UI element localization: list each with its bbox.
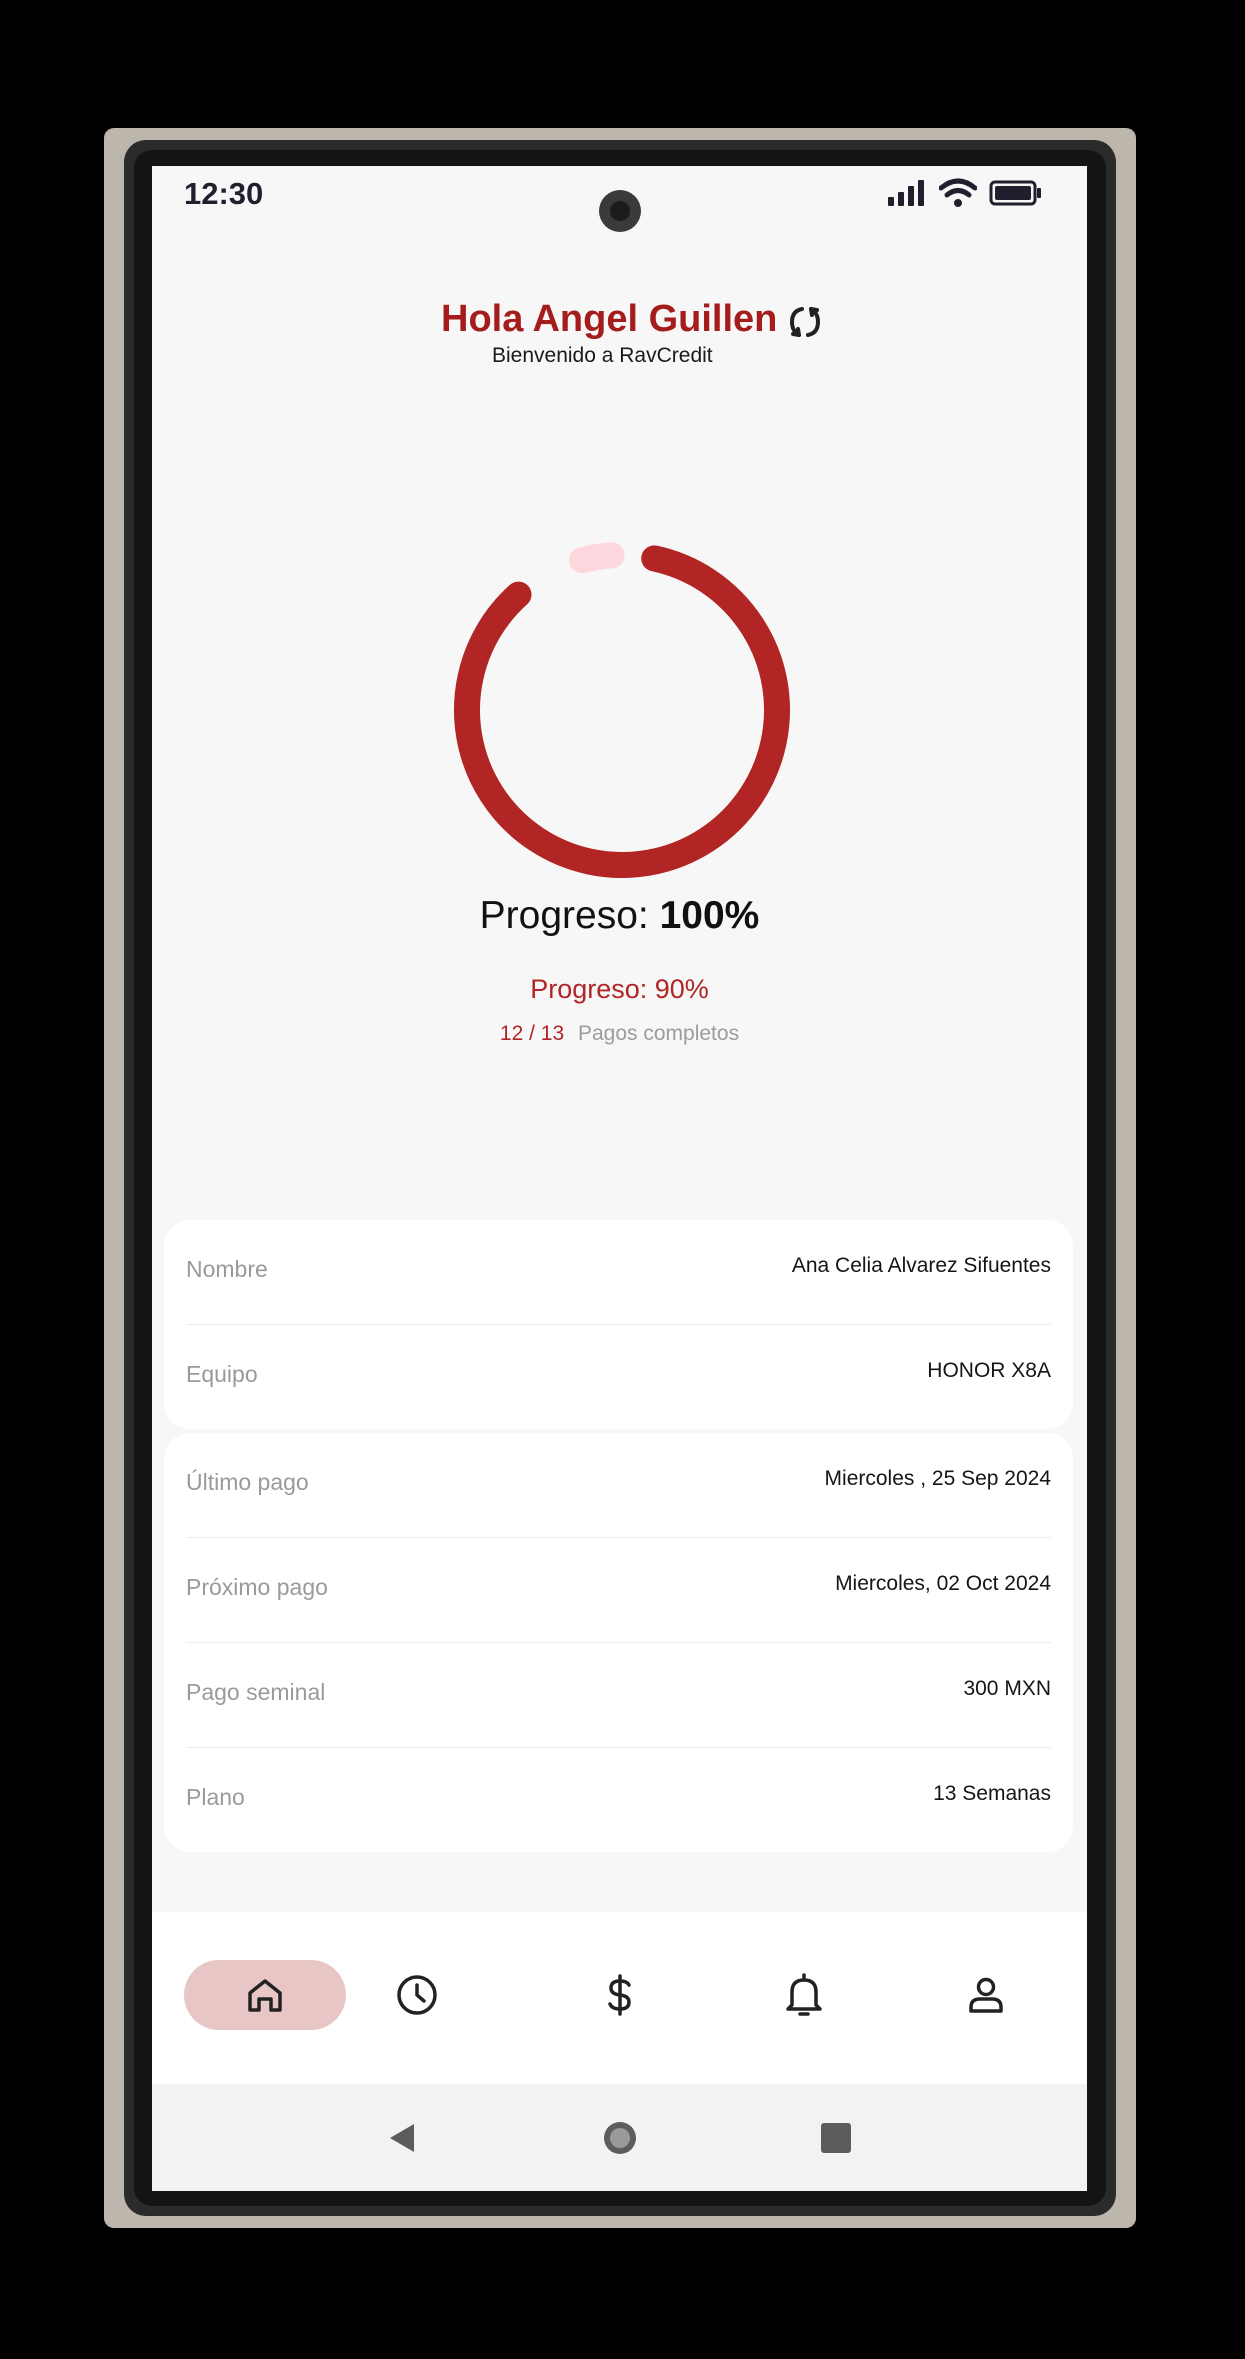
row-value: Ana Celia Alvarez Sifuentes bbox=[791, 1254, 1051, 1277]
row-value: Miercoles , 25 Sep 2024 bbox=[824, 1467, 1051, 1490]
status-bar: 12:30 bbox=[152, 166, 1087, 232]
info-row-pago-seminal: Pago seminal 300 MXN bbox=[186, 1643, 1051, 1748]
bell-icon bbox=[786, 1973, 822, 2016]
dollar-icon bbox=[608, 1974, 631, 2016]
refresh-icon[interactable] bbox=[784, 301, 826, 343]
progress-main: Progreso: 100% bbox=[152, 894, 1087, 938]
user-icon bbox=[969, 1977, 1003, 2013]
welcome-subtitle: Bienvenido a RavCredit bbox=[492, 344, 713, 367]
info-row-equipo: Equipo HONOR X8A bbox=[186, 1325, 1051, 1429]
row-value: 13 Semanas bbox=[933, 1782, 1051, 1805]
row-label: Próximo pago bbox=[186, 1574, 328, 1600]
progress-ring-remaining bbox=[454, 542, 790, 878]
system-nav-bar bbox=[152, 2084, 1087, 2191]
progress-sub-value: 90% bbox=[654, 974, 709, 1004]
status-icons bbox=[887, 178, 1043, 208]
payments-count: 12 / 13 bbox=[499, 1022, 565, 1045]
home-button-icon[interactable] bbox=[602, 2120, 638, 2156]
row-label: Último pago bbox=[186, 1469, 309, 1495]
info-row-ultimo-pago: Último pago Miercoles , 25 Sep 2024 bbox=[186, 1433, 1051, 1538]
row-value: Miercoles, 02 Oct 2024 bbox=[835, 1572, 1051, 1595]
progress-ring-fill bbox=[454, 542, 790, 878]
back-icon[interactable] bbox=[384, 2120, 420, 2156]
payments-label: Pagos completos bbox=[577, 1022, 740, 1045]
progress-sub-label: Progreso: bbox=[530, 974, 648, 1004]
progress-value: 100% bbox=[659, 894, 760, 937]
row-label: Plano bbox=[186, 1784, 245, 1810]
nav-profile[interactable] bbox=[936, 1960, 1036, 2030]
progress-label: Progreso: bbox=[479, 894, 649, 937]
row-value: 300 MXN bbox=[963, 1677, 1051, 1700]
status-time: 12:30 bbox=[184, 176, 264, 211]
bottom-nav bbox=[152, 1912, 1087, 2084]
info-row-proximo-pago: Próximo pago Miercoles, 02 Oct 2024 bbox=[186, 1538, 1051, 1643]
front-camera bbox=[599, 190, 641, 232]
row-label: Equipo bbox=[186, 1361, 258, 1387]
row-value: HONOR X8A bbox=[927, 1359, 1051, 1382]
progress-sub: Progreso: 90% bbox=[152, 974, 1087, 1005]
progress-ring bbox=[454, 542, 790, 878]
client-card: Nombre Ana Celia Alvarez Sifuentes Equip… bbox=[164, 1220, 1073, 1429]
recents-icon[interactable] bbox=[820, 2122, 852, 2154]
nav-notifications[interactable] bbox=[754, 1960, 854, 2030]
battery-icon bbox=[989, 180, 1041, 206]
wifi-icon bbox=[939, 178, 977, 207]
row-label: Pago seminal bbox=[186, 1679, 326, 1705]
clock-icon bbox=[397, 1975, 437, 2015]
info-row-plano: Plano 13 Semanas bbox=[186, 1748, 1051, 1852]
payments-summary: 12 / 13 Pagos completos bbox=[152, 1022, 1087, 1046]
nav-history[interactable] bbox=[367, 1960, 467, 2030]
info-row-nombre: Nombre Ana Celia Alvarez Sifuentes bbox=[186, 1220, 1051, 1325]
greeting-title: Hola Angel Guillen bbox=[441, 298, 778, 340]
payment-card: Último pago Miercoles , 25 Sep 2024 Próx… bbox=[164, 1433, 1073, 1852]
row-label: Nombre bbox=[186, 1256, 268, 1282]
signal-icon bbox=[888, 180, 924, 206]
home-icon bbox=[248, 1979, 282, 2012]
nav-payments[interactable] bbox=[570, 1960, 670, 2030]
nav-home[interactable] bbox=[184, 1960, 346, 2030]
phone-screen: 12:30 Hola Angel Guillen Bienvenido a Ra… bbox=[152, 166, 1087, 2191]
